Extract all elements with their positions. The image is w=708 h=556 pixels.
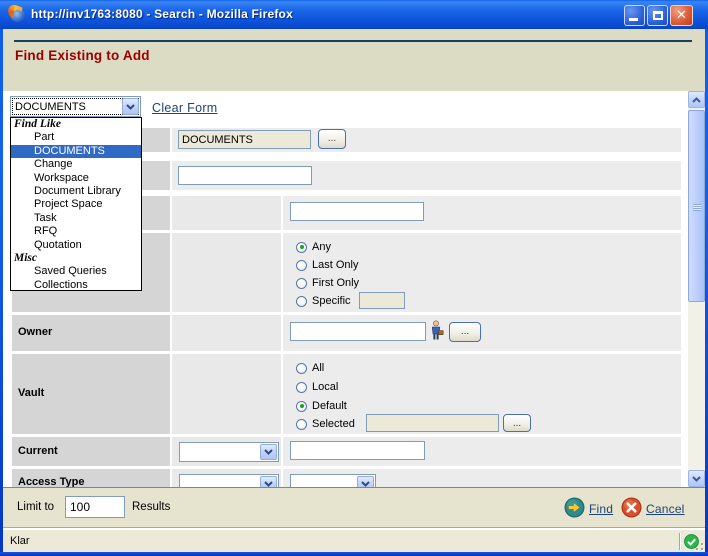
menu-item-saved-queries[interactable]: Saved Queries bbox=[11, 265, 141, 278]
limit-input[interactable] bbox=[65, 496, 125, 518]
find-icon[interactable] bbox=[564, 497, 585, 518]
scrollbar-grip-icon bbox=[693, 204, 701, 211]
minimize-button[interactable] bbox=[624, 5, 645, 26]
radio-revision-specific[interactable] bbox=[296, 296, 307, 307]
chevron-down-icon[interactable] bbox=[260, 444, 277, 460]
radio-revision-any[interactable] bbox=[296, 242, 307, 253]
firefox-icon bbox=[9, 6, 26, 23]
page-content: Find Existing to Add DOCUMENTS Clear For… bbox=[3, 29, 705, 529]
owner-label: Owner bbox=[18, 326, 52, 338]
vault-label: Vault bbox=[18, 387, 44, 399]
radio-vault-all-label: All bbox=[312, 362, 324, 374]
page-header: Find Existing to Add bbox=[3, 29, 705, 91]
page-heading: Find Existing to Add bbox=[15, 48, 150, 63]
current-label: Current bbox=[18, 445, 58, 457]
scroll-up-button[interactable] bbox=[688, 91, 705, 108]
revision-spacer-cell bbox=[172, 196, 281, 230]
revision-specific-field[interactable] bbox=[359, 292, 405, 309]
close-icon: ✕ bbox=[676, 9, 687, 22]
scroll-down-button[interactable] bbox=[688, 470, 705, 487]
owner-field[interactable] bbox=[290, 322, 426, 341]
window-bottom-border bbox=[0, 552, 708, 556]
form-row-owner: Owner ... bbox=[12, 315, 681, 351]
radio-vault-local-label: Local bbox=[312, 381, 338, 393]
results-label: Results bbox=[132, 501, 170, 513]
status-bar: Klar bbox=[3, 529, 705, 552]
chevron-down-icon[interactable] bbox=[122, 98, 139, 115]
form-row-access-type: Access Type bbox=[12, 469, 681, 487]
chevron-down-icon[interactable] bbox=[357, 476, 374, 487]
menu-item-documents[interactable]: DOCUMENTS bbox=[11, 145, 141, 158]
name-field[interactable] bbox=[178, 166, 312, 185]
type-field[interactable] bbox=[178, 130, 311, 149]
menu-item-document-library[interactable]: Document Library bbox=[11, 185, 141, 198]
close-button[interactable]: ✕ bbox=[670, 5, 693, 26]
header-rule bbox=[14, 40, 692, 42]
radio-vault-default[interactable] bbox=[296, 401, 307, 412]
radio-vault-local[interactable] bbox=[296, 382, 307, 393]
access-type-select-1[interactable] bbox=[179, 474, 279, 487]
menu-group-find-like: Find Like bbox=[11, 118, 141, 131]
status-text: Klar bbox=[10, 535, 30, 547]
radio-vault-all[interactable] bbox=[296, 363, 307, 374]
radio-revision-last-only-label: Last Only bbox=[312, 259, 358, 271]
titlebar: http://inv1763:8080 - Search - Mozilla F… bbox=[0, 0, 708, 29]
action-bar: Limit to Results Find C bbox=[3, 487, 705, 528]
radio-vault-default-label: Default bbox=[312, 400, 347, 412]
radio-revision-any-label: Any bbox=[312, 241, 331, 253]
person-icon[interactable] bbox=[430, 320, 444, 341]
vault-selected-field[interactable] bbox=[366, 414, 499, 432]
radio-revision-last-only[interactable] bbox=[296, 260, 307, 271]
clear-form-link[interactable]: Clear Form bbox=[152, 101, 218, 115]
cancel-button[interactable]: Cancel bbox=[646, 502, 685, 516]
menu-item-project-space[interactable]: Project Space bbox=[11, 198, 141, 211]
window-title: http://inv1763:8080 - Search - Mozilla F… bbox=[31, 7, 293, 21]
vault-browse-button[interactable]: ... bbox=[503, 414, 531, 432]
radio-vault-selected-label: Selected bbox=[312, 418, 355, 430]
find-button[interactable]: Find bbox=[589, 502, 613, 516]
menu-item-collections[interactable]: Collections bbox=[11, 279, 141, 291]
vault-spacer-cell bbox=[172, 354, 281, 434]
access-type-select-2[interactable] bbox=[290, 474, 376, 487]
vertical-scrollbar[interactable] bbox=[688, 91, 705, 487]
current-field[interactable] bbox=[290, 441, 425, 460]
menu-group-misc: Misc bbox=[11, 252, 141, 265]
search-type-menu: Find Like Part DOCUMENTS Change Workspac… bbox=[10, 117, 142, 291]
maximize-icon bbox=[653, 11, 663, 20]
menu-item-task[interactable]: Task bbox=[11, 212, 141, 225]
access-type-label: Access Type bbox=[18, 476, 84, 487]
current-select[interactable] bbox=[179, 442, 279, 462]
chevron-down-icon[interactable] bbox=[260, 476, 277, 487]
menu-item-part[interactable]: Part bbox=[11, 131, 141, 144]
menu-item-change[interactable]: Change bbox=[11, 158, 141, 171]
radio-vault-selected[interactable] bbox=[296, 419, 307, 430]
radio-revision-first-only-label: First Only bbox=[312, 277, 359, 289]
search-type-select[interactable]: DOCUMENTS bbox=[10, 96, 141, 117]
resize-grip[interactable] bbox=[691, 538, 704, 551]
revision-options-spacer-cell bbox=[172, 233, 281, 312]
radio-revision-first-only[interactable] bbox=[296, 278, 307, 289]
form-row-vault: Vault All Local Default Selected ... bbox=[12, 354, 681, 434]
menu-item-rfq[interactable]: RFQ bbox=[11, 225, 141, 238]
type-browse-button[interactable]: ... bbox=[318, 129, 346, 149]
revision-field[interactable] bbox=[290, 202, 424, 221]
maximize-button[interactable] bbox=[647, 5, 668, 26]
owner-spacer-cell bbox=[172, 315, 281, 351]
menu-item-workspace[interactable]: Workspace bbox=[11, 172, 141, 185]
radio-revision-specific-label: Specific bbox=[312, 295, 351, 307]
cancel-icon[interactable] bbox=[621, 497, 642, 518]
form-row-current: Current bbox=[12, 437, 681, 466]
menu-item-quotation[interactable]: Quotation bbox=[11, 239, 141, 252]
owner-browse-button[interactable]: ... bbox=[449, 322, 481, 342]
limit-to-label: Limit to bbox=[17, 501, 54, 513]
status-separator bbox=[679, 533, 681, 550]
browser-window: http://inv1763:8080 - Search - Mozilla F… bbox=[0, 0, 708, 556]
minimize-icon bbox=[629, 18, 638, 21]
scrollbar-thumb[interactable] bbox=[688, 110, 705, 302]
search-type-value: DOCUMENTS bbox=[15, 101, 86, 113]
